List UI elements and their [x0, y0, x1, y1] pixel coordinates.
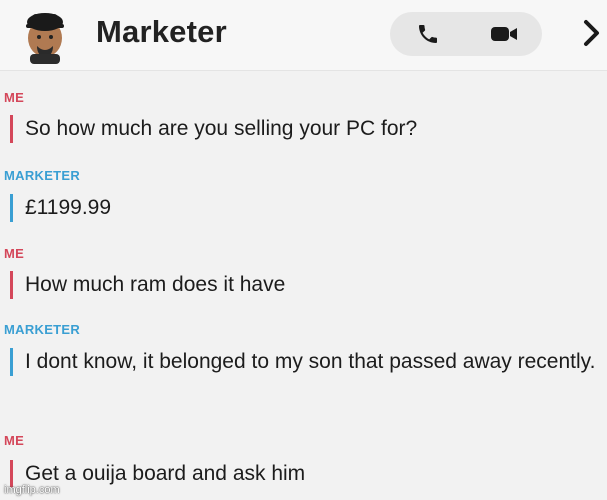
watermark: imgflip.com	[4, 484, 60, 496]
phone-icon	[419, 25, 437, 43]
sender-label: ME	[4, 433, 25, 448]
message-thread: ME So how much are you selling your PC f…	[0, 70, 607, 500]
message-bubble[interactable]: Get a ouija board and ask him	[10, 460, 605, 488]
bitmoji-avatar-icon[interactable]	[16, 8, 74, 64]
message-bubble[interactable]: So how much are you selling your PC for?	[10, 115, 605, 143]
contact-name[interactable]: Marketer	[96, 14, 227, 50]
video-camera-icon	[491, 27, 517, 41]
message-bubble[interactable]: I dont know, it belonged to my son that …	[10, 348, 605, 376]
phone-call-button[interactable]	[390, 12, 466, 56]
chevron-right-icon[interactable]	[580, 18, 602, 48]
sender-label: MARKETER	[4, 168, 81, 183]
sender-label: MARKETER	[4, 322, 81, 337]
call-controls	[390, 12, 542, 56]
video-call-button[interactable]	[466, 12, 542, 56]
sender-label: ME	[4, 90, 25, 105]
message-bubble[interactable]: £1199.99	[10, 194, 605, 222]
sender-label: ME	[4, 246, 25, 261]
chat-header: Marketer	[0, 0, 607, 71]
message-bubble[interactable]: How much ram does it have	[10, 271, 605, 299]
